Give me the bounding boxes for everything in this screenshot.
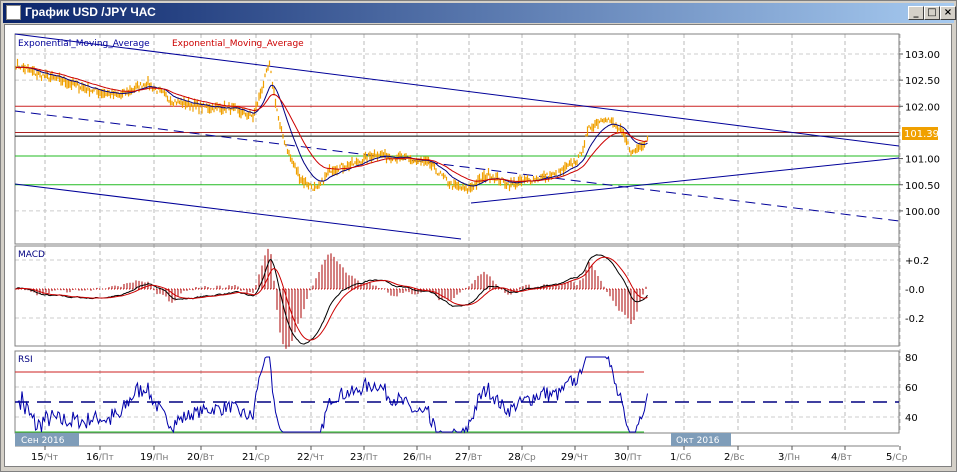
date-label: 16/Пт: [86, 452, 114, 463]
minimize-button[interactable]: _: [908, 6, 924, 20]
price-axis-label: 100.00: [905, 207, 940, 218]
date-day: 28: [508, 452, 521, 463]
chart-area[interactable]: Exponential_Moving_Average Exponential_M…: [4, 24, 952, 467]
date-weekday: /Вт: [200, 453, 214, 463]
date-weekday: /Пт: [363, 453, 378, 463]
macd-signal-line: [15, 256, 648, 341]
price-axis-label: 102.00: [905, 102, 940, 113]
date-label: 2/Вс: [724, 452, 745, 463]
date-label: 29/Чт: [561, 452, 588, 463]
date-weekday: /Чт: [574, 453, 588, 463]
date-weekday: /Пт: [99, 453, 114, 463]
date-weekday: /Ср: [255, 453, 270, 463]
date-label: 19/Пн: [140, 452, 169, 463]
rsi-label: RSI: [18, 355, 33, 365]
chart-app-icon: [6, 5, 21, 20]
date-label: 21/Ср: [242, 452, 270, 463]
date-weekday: /Пн: [416, 453, 432, 463]
legend-ema-blue: Exponential_Moving_Average: [18, 39, 150, 49]
price-axis-label: 103.00: [905, 50, 940, 61]
date-label: 4/Вт: [831, 452, 852, 463]
date-weekday: /Вс: [730, 453, 744, 463]
rsi-pane: [14, 350, 900, 434]
date-day: 22: [297, 452, 310, 463]
grid: [15, 34, 901, 433]
current-price-label: 101.39: [904, 129, 939, 140]
date-label: 15/Чт: [31, 452, 58, 463]
date-weekday: /Ср: [892, 453, 907, 463]
rsi-axis-label: 80: [905, 353, 918, 364]
chart-svg[interactable]: Exponential_Moving_Average Exponential_M…: [5, 25, 953, 468]
date-day: 23: [350, 452, 363, 463]
rsi-axis-label: 40: [905, 413, 918, 424]
macd-label: MACD: [18, 250, 45, 260]
date-day: 19: [140, 452, 153, 463]
date-weekday: /Чт: [44, 453, 58, 463]
maximize-button[interactable]: □: [924, 6, 940, 20]
price-axis-label: 101.00: [905, 155, 940, 166]
date-weekday: /Сб: [676, 453, 691, 463]
date-label: 3/Пн: [778, 452, 800, 463]
date-label: 23/Пт: [350, 452, 378, 463]
date-label: 28/Ср: [508, 452, 536, 463]
price-axis-label: 102.50: [905, 76, 940, 87]
title-bar[interactable]: График USD /JPY ЧАС _ □ ×: [3, 3, 956, 23]
price-axis-label: 100.50: [905, 181, 940, 192]
date-weekday: /Вт: [837, 453, 851, 463]
macd-axis-label: -0.2: [905, 314, 925, 325]
date-weekday: /Ср: [521, 453, 536, 463]
window-title: График USD /JPY ЧАС: [25, 5, 156, 19]
date-label: 27/Вт: [455, 452, 482, 463]
date-day: 30: [614, 452, 627, 463]
legend-ema-red: Exponential_Moving_Average: [172, 39, 304, 49]
date-label: 1/Сб: [670, 452, 692, 463]
date-day: 21: [242, 452, 255, 463]
macd-axis-label: +0.2: [905, 256, 929, 267]
date-label: 22/Чт: [297, 452, 324, 463]
date-weekday: /Пн: [153, 453, 169, 463]
rsi-line: [16, 355, 648, 434]
date-weekday: /Пт: [627, 453, 642, 463]
month-label-oct: Окт 2016: [676, 436, 720, 446]
macd-line: [15, 254, 648, 345]
date-weekday: /Чт: [310, 453, 324, 463]
macd-axis-label: -0.0: [905, 285, 925, 296]
macd-pane: [14, 245, 900, 347]
trendline-upper[interactable]: [14, 33, 900, 147]
date-label: 20/Вт: [187, 452, 214, 463]
price-pane: [14, 33, 900, 245]
trendline-dashed[interactable]: [14, 110, 900, 222]
date-weekday: /Пн: [784, 453, 800, 463]
price-series: [15, 58, 649, 194]
close-button[interactable]: ×: [940, 6, 956, 20]
date-day: 15: [31, 452, 44, 463]
date-day: 27: [455, 452, 468, 463]
date-day: 20: [187, 452, 200, 463]
date-label: 5/Ср: [886, 452, 908, 463]
ema-slow-series: [15, 66, 648, 183]
date-label: 30/Пт: [614, 452, 642, 463]
trendline-lower[interactable]: [14, 183, 462, 240]
month-label-sep: Сен 2016: [21, 436, 65, 446]
date-label: 26/Пн: [403, 452, 432, 463]
date-weekday: /Вт: [468, 453, 482, 463]
date-day: 26: [403, 452, 416, 463]
rsi-axis-label: 60: [905, 383, 918, 394]
date-day: 16: [86, 452, 99, 463]
date-day: 29: [561, 452, 574, 463]
